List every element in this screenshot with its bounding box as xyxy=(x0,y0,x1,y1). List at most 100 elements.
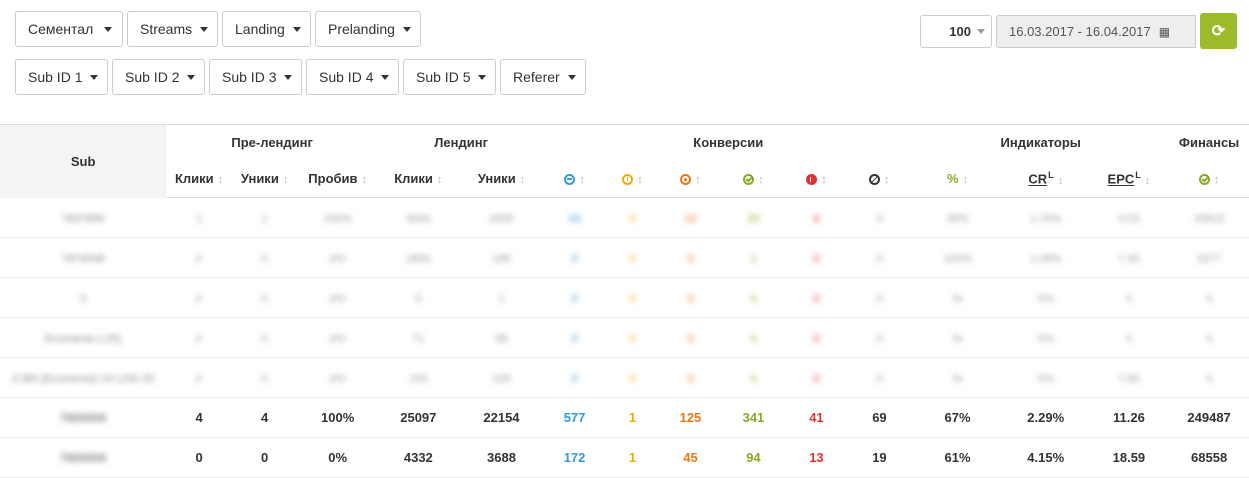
cell-value: 0 xyxy=(629,373,636,385)
cell-value: 4 xyxy=(876,213,883,225)
cell-value: 0 xyxy=(1206,333,1213,345)
col-conv-ban[interactable]: ↕ xyxy=(846,160,913,198)
table-cell: 88 xyxy=(458,317,545,358)
cell-value: 105 xyxy=(492,373,511,385)
cell-value: 6 xyxy=(813,213,820,225)
table-cell: 0 xyxy=(231,237,298,278)
cell-value: 0 xyxy=(687,253,694,265)
cell-value: 0 xyxy=(876,373,883,385)
col-pre-clicks[interactable]: Клики ↕ xyxy=(166,160,232,198)
sort-icon: ↕ xyxy=(821,174,827,186)
table-cell: 2835 xyxy=(458,197,545,238)
table-cell: 0 xyxy=(231,357,298,398)
cell-value: 1 xyxy=(750,253,757,265)
cell-value: 88 xyxy=(495,333,508,345)
sort-icon: ↕ xyxy=(436,174,443,186)
table-row: 7800000 4 4 100% 25097 22154 577 1 125 341 41 69 67%… xyxy=(0,397,1249,438)
table-cell: 0 xyxy=(0,277,167,318)
limit-select[interactable]: 100 xyxy=(920,15,992,48)
table-cell: 3000 xyxy=(378,197,459,238)
cell-value: 0 xyxy=(571,293,578,305)
cell-value: 1 xyxy=(196,213,203,225)
table-cell: 43 xyxy=(544,197,605,238)
table-cell: 0 xyxy=(604,357,661,398)
table-cell: 0 xyxy=(786,277,847,318)
date-range-input[interactable]: 16.03.2017 - 16.04.2017 ▦ xyxy=(996,15,1196,48)
table-cell: 25097 xyxy=(378,397,459,438)
cell-sub: CJ80 (Ecomerse) 14 LOG 20 xyxy=(11,373,155,385)
stats-table: Sub Пре-лендинг Лендинг Конверсии Индика… xyxy=(0,124,1249,478)
refresh-button[interactable]: ⟳ xyxy=(1200,13,1237,49)
col-conv-check[interactable]: ↕ xyxy=(720,160,787,198)
col-cr[interactable]: CRL ↕ xyxy=(1002,160,1089,198)
cell-sub: 7800000 xyxy=(59,411,107,425)
cell-value: 3688 xyxy=(487,450,516,465)
col-label: Уники xyxy=(240,171,279,186)
col-conv-dot[interactable]: ↕ xyxy=(660,160,721,198)
table-cell: 0% xyxy=(297,357,378,398)
cell-value: 1 xyxy=(261,213,268,225)
filter-dropdown-landing[interactable]: Landing xyxy=(222,11,311,47)
table-cell: 1 xyxy=(604,437,661,478)
filter-dropdown-subid2[interactable]: Sub ID 2 xyxy=(112,59,205,95)
col-pre-probiv[interactable]: Пробив ↕ xyxy=(297,160,378,198)
table-cell: 6 xyxy=(786,197,847,238)
filter-dropdown-subid3[interactable]: Sub ID 3 xyxy=(209,59,302,95)
table-cell: 341 xyxy=(720,397,787,438)
table-row: 7837890 1 1 100% 3000 2835 43 0 10 20 6 4 48% 1.75% 0.… xyxy=(0,197,1249,238)
caret-down-icon xyxy=(567,74,576,80)
sub-header[interactable]: Sub xyxy=(0,124,167,198)
cell-value: 48% xyxy=(946,213,969,225)
col-finance[interactable]: ↕ xyxy=(1169,160,1249,198)
filter-dropdown-subid1[interactable]: Sub ID 1 xyxy=(15,59,108,95)
table-cell: 1 xyxy=(231,197,298,238)
col-land-clicks[interactable]: Клики ↕ xyxy=(378,160,459,198)
filter-dropdown-subid4[interactable]: Sub ID 4 xyxy=(306,59,399,95)
table-cell: 100 xyxy=(378,357,459,398)
cell-value: 25097 xyxy=(400,410,437,425)
table-cell: 7.80 xyxy=(1088,357,1170,398)
table-cell: 0% xyxy=(297,237,378,278)
filter-dropdown-subid5[interactable]: Sub ID 5 xyxy=(403,59,496,95)
cell-value: 13 xyxy=(809,450,824,465)
table-cell: 0 xyxy=(786,237,847,278)
filter-dropdown-cemental[interactable]: Сементал xyxy=(15,11,123,47)
cell-value: 1977 xyxy=(1196,253,1222,265)
cell-value: 0 xyxy=(261,253,268,265)
sort-icon: ↕ xyxy=(519,174,526,186)
col-epc[interactable]: EPCL ↕ xyxy=(1088,160,1170,198)
caret-down-icon xyxy=(381,74,390,80)
cell-value: 1.09% xyxy=(1030,253,1062,265)
clock-icon xyxy=(622,174,634,185)
col-pct[interactable]: % ↕ xyxy=(912,160,1003,198)
cell-value: 0% xyxy=(328,450,348,465)
sort-icon: ↕ xyxy=(884,174,890,186)
filter-dropdown-prelanding[interactable]: Prelanding xyxy=(315,11,421,47)
cell-value: 0 xyxy=(813,293,820,305)
cell-value: 0 xyxy=(750,293,757,305)
col-conv-arrow[interactable]: ↕ xyxy=(544,160,605,198)
table-cell: 7800000 xyxy=(0,397,167,438)
table-cell: 0 xyxy=(231,317,298,358)
col-conv-x[interactable]: ↕ xyxy=(786,160,847,198)
cell-value: 0 xyxy=(415,293,422,305)
cell-value: 0 xyxy=(687,333,694,345)
table-cell: 0 xyxy=(166,357,232,398)
caret-down-icon xyxy=(977,29,985,34)
cell-value: 0% xyxy=(329,253,346,265)
table-cell: 125 xyxy=(660,397,721,438)
table-cell: 0 xyxy=(604,277,661,318)
table-cell: 61% xyxy=(912,437,1003,478)
table-cell: 4 xyxy=(846,197,913,238)
filter-dropdown-streams[interactable]: Streams xyxy=(127,11,218,47)
col-pre-uniques[interactable]: Уники ↕ xyxy=(231,160,298,198)
table-cell: 7800000 xyxy=(0,437,167,478)
col-land-uniques[interactable]: Уники ↕ xyxy=(458,160,545,198)
cell-value: 67% xyxy=(944,410,971,425)
filter-dropdown-referer[interactable]: Referer xyxy=(500,59,586,95)
cell-value: 0 xyxy=(195,450,203,465)
cell-value: 100% xyxy=(323,213,352,225)
col-conv-clock[interactable]: ↕ xyxy=(604,160,661,198)
cell-value: 22154 xyxy=(483,410,520,425)
cell-value: 0 xyxy=(571,253,578,265)
